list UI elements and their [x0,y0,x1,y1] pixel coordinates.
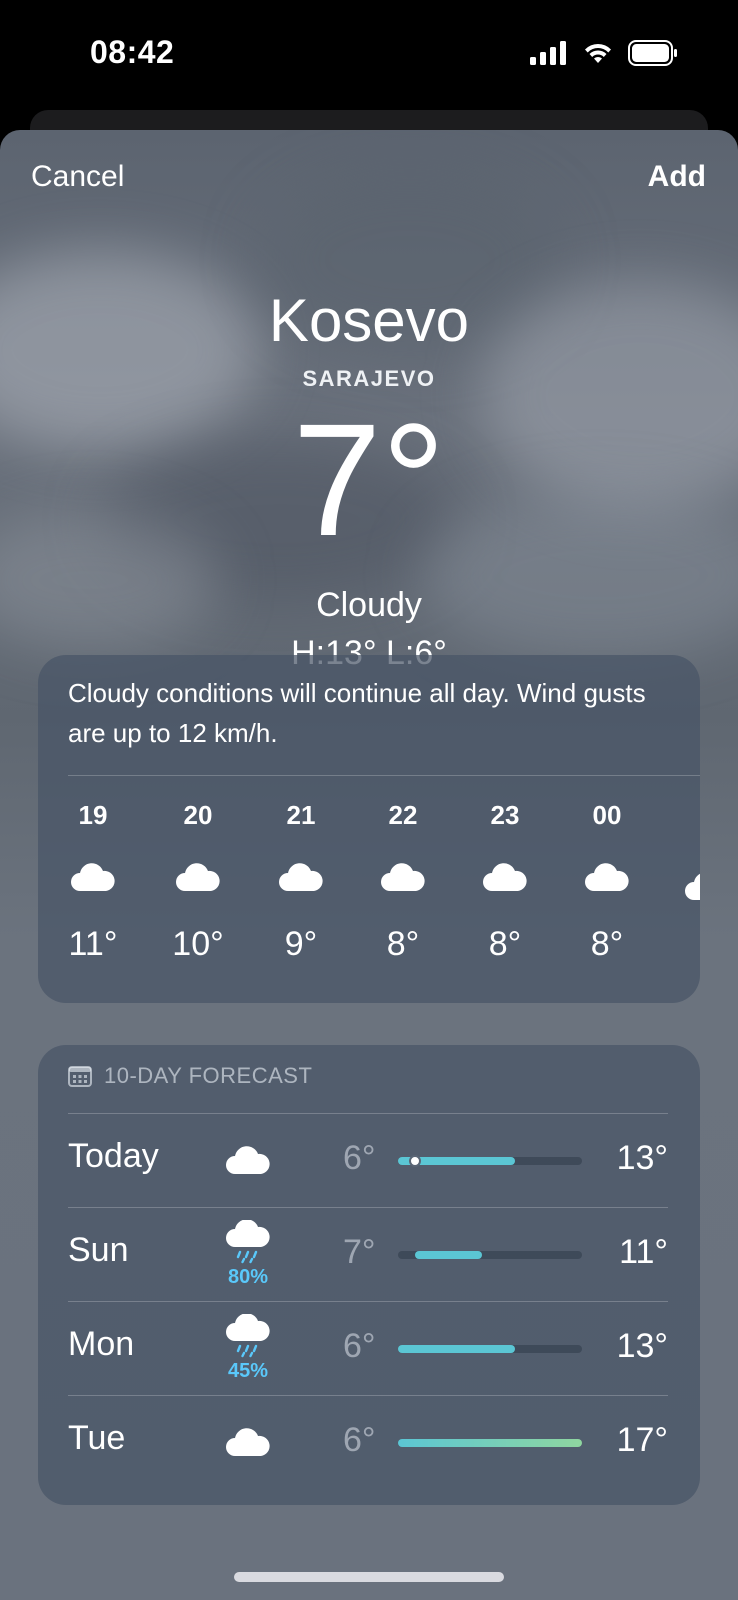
precip-chance: 45% [227,1359,269,1382]
temp-range-bar [398,1155,582,1167]
forecast-day-row[interactable]: Tue 6° 17° [68,1395,668,1489]
forecast-day-row[interactable]: Today 6° 13° [68,1113,668,1207]
hour-label: 19 [78,800,108,830]
hour-icon [562,847,652,907]
battery-icon [628,40,677,66]
hour-icon [256,847,346,907]
hour-temp: 11° [68,925,118,963]
temp-range-fill [398,1439,582,1447]
high-temp: 17° [616,1421,668,1459]
current-temperature: 7° [292,390,446,569]
hour-icon [460,847,550,907]
temp-range-bar [398,1439,582,1447]
low-temp: 6° [343,1327,376,1365]
day-label: Tue [68,1419,126,1457]
divider [68,1113,668,1114]
current-temp-dot [408,1155,421,1167]
day-icon [218,1113,278,1207]
divider [68,1207,668,1208]
high-temp: 11° [619,1233,668,1271]
signal-icon [530,41,566,65]
day-label: Sun [68,1231,129,1269]
hour-label: 00 [592,800,622,830]
wifi-icon [585,43,611,63]
cloud-rain-icon [226,1313,270,1357]
home-indicator[interactable] [234,1572,504,1582]
cloud-icon [71,863,115,891]
forecast-header: 10-DAY FORECAST [68,1063,312,1089]
high-temp: 13° [616,1139,668,1177]
precip-chance: 80% [227,1265,269,1288]
cloud-icon [226,1146,270,1174]
hour-item: 00 8° [562,795,652,964]
cloud-icon [176,863,220,891]
city-name: Kosevo [268,287,470,354]
current-condition: Cloudy [316,586,422,624]
divider [68,775,700,776]
add-button[interactable]: Add [648,160,706,194]
forecast-day-row[interactable]: Sun 80% 7° 11° [68,1207,668,1301]
low-temp: 7° [343,1233,376,1271]
cancel-button[interactable]: Cancel [31,160,124,194]
hour-item: 19 11° [48,795,138,964]
hour-icon [48,847,138,907]
hour-label: 20 [183,800,213,830]
hour-label: 22 [388,800,418,830]
hour-temp: 9° [284,925,318,963]
hour-item-partial [684,871,700,901]
hour-temp: 8° [488,925,522,963]
temp-range-bar [398,1251,582,1259]
hour-icon [153,847,243,907]
low-temp: 6° [343,1139,376,1177]
hour-temp: 8° [590,925,624,963]
high-temp: 13° [616,1327,668,1365]
cloud-icon [279,863,323,891]
forecast-day-row[interactable]: Mon 45% 6° 13° [68,1301,668,1395]
status-time: 08:42 [90,34,175,70]
region-name: SARAJEVO [302,366,436,391]
hour-label: 21 [286,800,316,830]
temp-range-fill [398,1345,516,1353]
day-label: Mon [68,1325,135,1363]
hour-item: 22 8° [358,795,448,964]
divider [68,1395,668,1396]
status-icons [530,40,678,66]
low-temp: 6° [343,1421,376,1459]
day-label: Today [68,1137,159,1175]
cloud-icon [585,863,629,891]
calendar-icon [68,1066,92,1087]
cloud-rain-icon [226,1219,270,1263]
temp-range-bar [398,1345,582,1353]
hour-item: 23 8° [460,795,550,964]
cloud-icon [483,863,527,891]
cloud-icon [381,863,425,891]
day-icon: 80% [218,1207,278,1301]
hour-temp: 8° [386,925,420,963]
hour-item: 21 9° [256,795,346,964]
temp-range-fill [414,1251,482,1259]
hourly-forecast-card[interactable]: Cloudy conditions will continue all day.… [38,655,700,1003]
status-bar: 08:42 [0,0,738,110]
cloud-icon [685,873,700,900]
day-icon: 45% [218,1301,278,1395]
forecast-header-label: 10-DAY FORECAST [104,1063,313,1088]
hour-label: 23 [490,800,520,830]
cloud-icon [226,1428,270,1456]
day-icon [218,1395,278,1489]
ten-day-forecast-card[interactable]: 10-DAY FORECAST Today 6° 13° Sun 80% 7° 11° Mon… [38,1045,700,1505]
divider [68,1301,668,1302]
hour-icon [358,847,448,907]
forecast-summary: Cloudy conditions will continue all day.… [68,678,646,748]
hour-temp: 10° [172,925,224,963]
hour-item: 20 10° [153,795,243,964]
